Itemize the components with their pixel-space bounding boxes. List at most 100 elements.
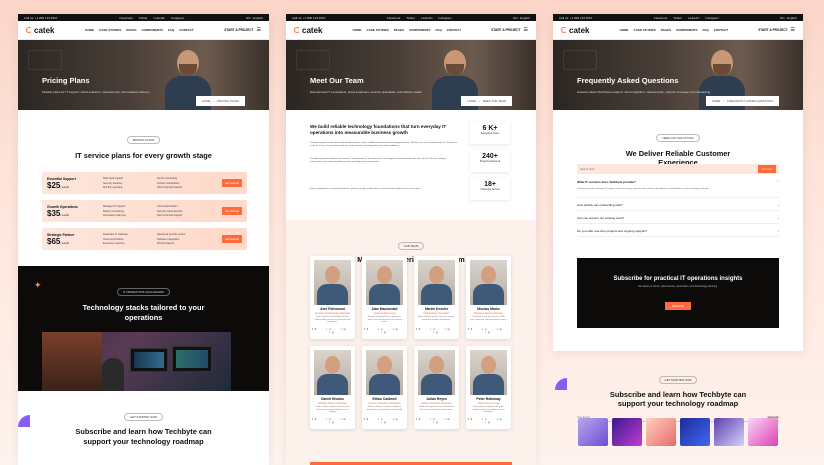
topbar-social-linkedin[interactable]: LinkedIn <box>421 16 432 20</box>
breadcrumb-home[interactable]: HOME <box>712 99 720 103</box>
logo[interactable]: catek <box>294 26 322 35</box>
cta-subscribe-button[interactable]: Subscribe <box>664 302 692 310</box>
menu-item-home[interactable]: HOME <box>85 28 94 32</box>
social-icons[interactable]: fb · in · tw · ig <box>310 328 355 334</box>
menu-item-components[interactable]: COMPONENTS <box>676 28 698 32</box>
breadcrumb-home[interactable]: HOME <box>202 99 210 103</box>
pricing-page-panel: Call us: +1 800 123 4567 Facebook Twitte… <box>18 14 269 465</box>
cta-title: Subscribe for practical IT operations in… <box>613 276 743 282</box>
social-icons[interactable]: fb · in · tw · ig <box>414 418 459 424</box>
social-icons[interactable]: fb · in · tw · ig <box>310 418 355 424</box>
team-member-card[interactable]: Nicolas Marks Managed Services Director Co… <box>466 256 511 339</box>
topbar-social-instagram[interactable]: Instagram <box>705 16 718 20</box>
team-member-card[interactable]: Ethan Caldwell Security Operations Specia… <box>362 346 407 429</box>
gallery-thumbnail[interactable] <box>680 418 710 446</box>
member-desc: Maps network assets, improves uptime, an… <box>418 316 455 321</box>
menu-item-contact[interactable]: CONTACT <box>447 28 461 32</box>
social-icons[interactable]: fb · in · tw · ig <box>466 328 511 334</box>
topbar-social-instagram[interactable]: Instagram <box>438 16 451 20</box>
gallery-thumbnail[interactable] <box>714 418 744 446</box>
topbar-social-facebook[interactable]: Facebook <box>120 16 133 20</box>
faq-question[interactable]: Can you support our existing tools? <box>577 216 624 220</box>
menu-item-case-studies[interactable]: CASE STUDIES <box>634 28 656 32</box>
menu-item-home[interactable]: HOME <box>620 28 629 32</box>
topbar-phone: Call us: +1 800 123 4567 <box>559 15 593 20</box>
gallery-thumbnail[interactable] <box>748 418 778 446</box>
get-started-button[interactable]: Get Started <box>222 179 242 188</box>
faq-question[interactable]: What IT services does Techbyte provide? <box>577 180 636 184</box>
topbar-social-linkedin[interactable]: LinkedIn <box>154 16 165 20</box>
language-select[interactable]: EN - English <box>513 16 530 20</box>
member-role: Managed Services Director <box>474 312 503 315</box>
menu-item-faq[interactable]: FAQ <box>436 28 442 32</box>
breadcrumb-home[interactable]: HOME <box>467 99 475 103</box>
faq-item[interactable]: How quickly can onboarding start? › <box>577 200 779 211</box>
faq-search-input[interactable] <box>580 167 720 171</box>
start-project-button[interactable]: START A PROJECT ☰ <box>491 27 528 33</box>
team-member-card[interactable]: Peter Holloway Client Success Lead Keeps p… <box>466 346 511 429</box>
topbar-social-twitter[interactable]: Twitter <box>139 16 148 20</box>
language-select[interactable]: EN - English <box>246 16 263 20</box>
menu-item-components[interactable]: COMPONENTS <box>142 28 164 32</box>
topbar-social-facebook[interactable]: Facebook <box>387 16 400 20</box>
gallery-thumbnail[interactable] <box>646 418 676 446</box>
hero: Frequently Asked Questions Answers about… <box>553 40 803 110</box>
menu-item-case-studies[interactable]: CASE STUDIES <box>367 28 389 32</box>
gallery-thumbnail[interactable] <box>612 418 642 446</box>
menu-item-pages[interactable]: PAGES <box>126 28 136 32</box>
social-icons[interactable]: fb · in · tw · ig <box>362 418 407 424</box>
subscribe-tag: GET STARTED NOW <box>124 413 163 422</box>
topbar-social-facebook[interactable]: Facebook <box>654 16 667 20</box>
topbar-social-instagram[interactable]: Instagram <box>171 16 184 20</box>
topbar-social-twitter[interactable]: Twitter <box>406 16 415 20</box>
stat-card: 240+ Projects Delivered <box>470 150 510 172</box>
subscribe-title: Subscribe and learn how Techbyte can sup… <box>75 427 212 446</box>
expand-icon[interactable]: › <box>778 203 779 207</box>
logo[interactable]: catek <box>561 26 589 35</box>
collapse-icon[interactable]: ⌃ <box>776 180 779 184</box>
topbar-social-twitter[interactable]: Twitter <box>673 16 682 20</box>
faq-question[interactable]: Do you offer one-time projects and ongoi… <box>577 229 647 233</box>
language-select[interactable]: EN - English <box>780 16 797 20</box>
faq-item[interactable]: What IT services does Techbyte provide? ⌃… <box>577 178 779 198</box>
team-member-card[interactable]: Alan Macdonald Cloud Architect Lead Design… <box>362 256 407 339</box>
menu-item-faq[interactable]: FAQ <box>703 28 709 32</box>
get-started-button[interactable]: Get Started <box>222 207 242 216</box>
menu-icon[interactable]: ☰ <box>524 27 528 33</box>
faq-question[interactable]: How quickly can onboarding start? <box>577 203 623 207</box>
subscribe-title: Subscribe and learn how Techbyte can sup… <box>609 390 747 409</box>
gallery-thumbnail[interactable] <box>578 418 608 446</box>
menu-item-contact[interactable]: CONTACT <box>714 28 728 32</box>
menu-icon[interactable]: ☰ <box>257 27 261 33</box>
menu-item-pages[interactable]: PAGES <box>661 28 671 32</box>
topbar-social-linkedin[interactable]: LinkedIn <box>688 16 699 20</box>
social-icons[interactable]: fb · in · tw · ig <box>362 328 407 334</box>
team-member-card[interactable]: Daniel Brooks Software Delivery Manager Le… <box>310 346 355 429</box>
newsletter-cta: Subscribe for practical IT operations in… <box>577 258 779 328</box>
social-icons[interactable]: fb · in · tw · ig <box>414 328 459 334</box>
team-member-card[interactable]: Julian Reyes Data & Automation Engineer Bu… <box>414 346 459 429</box>
menu-item-contact[interactable]: CONTACT <box>179 28 193 32</box>
get-started-button[interactable]: Get Started <box>222 235 242 244</box>
faq-search-bar: Get Live <box>577 164 779 174</box>
start-project-label: START A PROJECT <box>224 28 254 32</box>
expand-icon[interactable]: › <box>778 229 779 233</box>
menu-item-case-studies[interactable]: CASE STUDIES <box>99 28 121 32</box>
start-project-button[interactable]: START A PROJECT ☰ <box>758 27 795 33</box>
menu-item-pages[interactable]: PAGES <box>394 28 404 32</box>
team-member-card[interactable]: Martin Kessler Infrastructure Consultant M… <box>414 256 459 339</box>
faq-item[interactable]: Do you offer one-time projects and ongoi… <box>577 226 779 237</box>
logo[interactable]: catek <box>26 26 54 35</box>
main-nav: catek HOME CASE STUDIES PAGES COMPONENTS… <box>286 21 536 40</box>
menu-icon[interactable]: ☰ <box>791 27 795 33</box>
menu-item-faq[interactable]: FAQ <box>168 28 174 32</box>
menu-item-components[interactable]: COMPONENTS <box>409 28 431 32</box>
start-project-button[interactable]: START A PROJECT ☰ <box>224 27 261 33</box>
team-member-card[interactable]: Alex Richmond Founder & Technology Strate… <box>310 256 355 339</box>
member-role: Client Success Lead <box>477 402 500 405</box>
expand-icon[interactable]: › <box>778 216 779 220</box>
faq-item[interactable]: Can you support our existing tools? › <box>577 213 779 224</box>
menu-item-home[interactable]: HOME <box>353 28 362 32</box>
faq-search-button[interactable]: Get Live <box>757 165 776 173</box>
social-icons[interactable]: fb · in · tw · ig <box>466 418 511 424</box>
